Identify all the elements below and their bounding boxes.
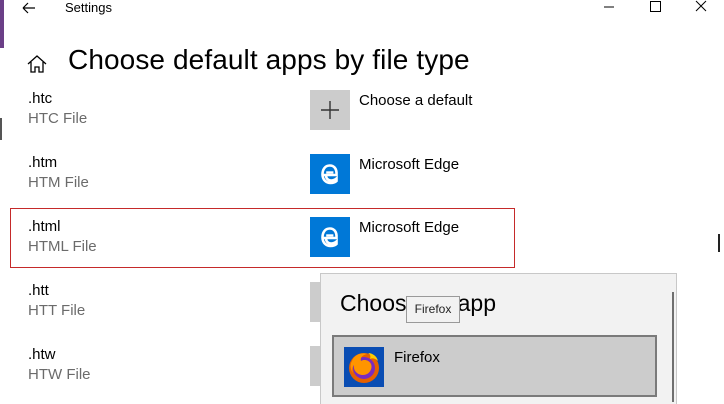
file-extension: .htm [28, 154, 58, 171]
left-dark-mark [0, 118, 2, 140]
file-type-row: .htc HTC File Choose a default [10, 90, 515, 150]
firefox-icon [344, 347, 384, 387]
default-app-label[interactable]: Choose a default [359, 92, 472, 109]
file-type-description: HTW File [28, 366, 91, 383]
settings-window: Settings Choose default apps by file typ… [0, 0, 724, 404]
close-icon [695, 0, 707, 12]
text-cursor [718, 234, 720, 252]
left-edge [0, 0, 4, 404]
window-title: Settings [65, 0, 112, 15]
file-extension: .htc [28, 90, 53, 107]
file-type-description: HTC File [28, 110, 88, 127]
default-app-button[interactable] [310, 217, 350, 257]
close-button[interactable] [678, 0, 724, 20]
maximize-icon [650, 1, 661, 12]
default-app-label[interactable]: Microsoft Edge [359, 156, 459, 173]
minimize-button[interactable] [586, 0, 632, 20]
app-option-firefox[interactable]: Firefox [332, 335, 657, 397]
back-button[interactable] [20, 0, 40, 17]
back-arrow-icon [22, 2, 35, 14]
plus-icon [321, 101, 339, 119]
file-type-row-selected: .html HTML File Microsoft Edge [10, 208, 515, 268]
home-button[interactable] [26, 53, 48, 75]
file-type-row: .htm HTM File Microsoft Edge [10, 154, 515, 214]
file-type-description: HTM File [28, 174, 89, 191]
file-extension: .htt [28, 282, 49, 299]
file-extension: .html [28, 218, 61, 235]
tooltip: Firefox [406, 296, 460, 323]
default-app-button[interactable] [310, 154, 350, 194]
title-bar: Settings [0, 0, 724, 20]
edge-icon [321, 164, 338, 185]
default-app-label[interactable]: Microsoft Edge [359, 219, 459, 236]
file-extension: .htw [28, 346, 56, 363]
choose-app-flyout: Choose an app Firefox [320, 273, 677, 404]
home-icon [27, 55, 47, 73]
minimize-icon [604, 6, 614, 8]
file-type-description: HTT File [28, 302, 86, 319]
file-type-description: HTML File [28, 238, 97, 255]
maximize-button[interactable] [632, 0, 678, 20]
app-option-label: Firefox [394, 349, 440, 366]
page-title: Choose default apps by file type [68, 44, 470, 75]
choose-default-button[interactable] [310, 90, 350, 130]
edge-icon [321, 227, 338, 248]
flyout-scrollbar[interactable] [672, 292, 674, 402]
